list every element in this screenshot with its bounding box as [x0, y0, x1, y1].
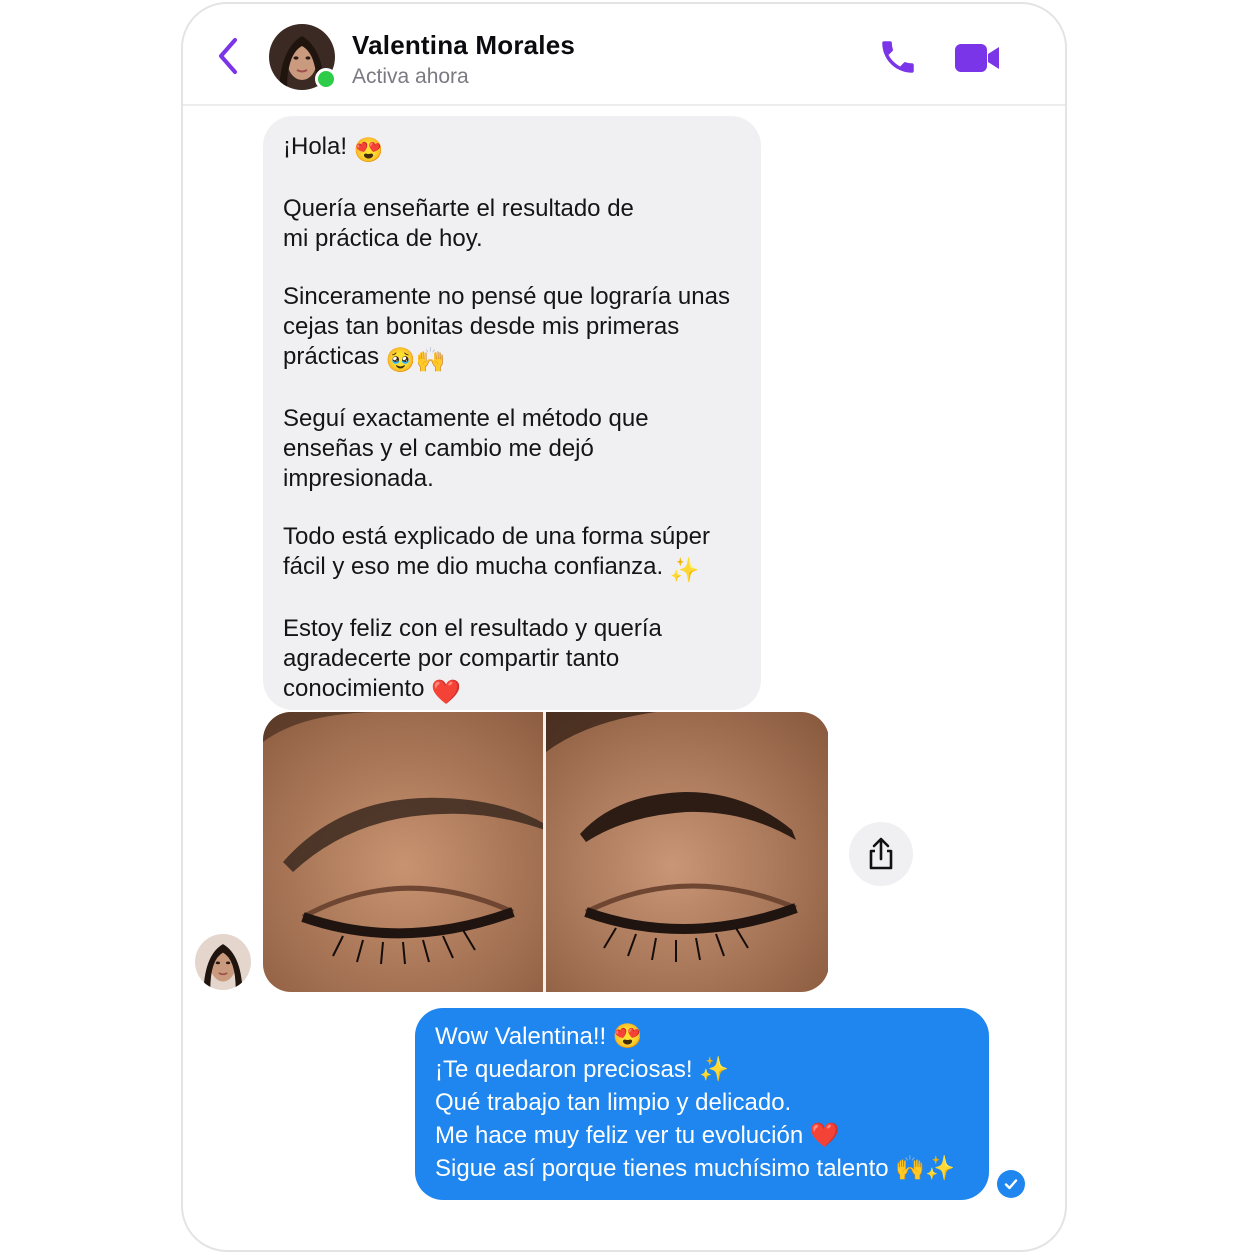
- check-circle-icon: [997, 1170, 1025, 1198]
- message-paragraph: Estoy feliz con el resultado y quería ag…: [283, 615, 662, 706]
- message-paragraph: Seguí exactamente el método que enseñas …: [283, 405, 649, 492]
- emoji: 🥹🙌: [385, 347, 446, 374]
- after-eyebrow-photo: [546, 712, 828, 992]
- eyebrow-before-after-photo[interactable]: [263, 712, 829, 992]
- share-icon: [869, 837, 893, 870]
- message-paragraph: Sinceramente no pensé que lograría unas …: [283, 283, 730, 374]
- chat-window: Valentina Morales Activa ahora ¡Hola! 😍 …: [181, 2, 1067, 1252]
- incoming-message-bubble[interactable]: ¡Hola! 😍 Quería enseñarte el resultado d…: [263, 116, 761, 710]
- before-eyebrow-photo: [263, 712, 545, 992]
- message-line: ¡Te quedaron preciosas! ✨: [435, 1056, 730, 1083]
- chevron-left-icon[interactable]: [213, 36, 243, 76]
- message-line: Sigue así porque tienes muchísimo talent…: [435, 1155, 956, 1182]
- share-button[interactable]: [849, 822, 913, 886]
- message-paragraph: Quería enseñarte el resultado de mi prác…: [283, 195, 634, 252]
- phone-icon[interactable]: [877, 36, 919, 78]
- emoji: ❤️: [431, 679, 461, 706]
- message-line: Wow Valentina!! 😍: [435, 1023, 643, 1050]
- contact-name[interactable]: Valentina Morales: [352, 30, 575, 61]
- message-line: Me hace muy feliz ver tu evolución ❤️: [435, 1122, 840, 1149]
- online-status-dot: [315, 68, 337, 90]
- emoji: ✨: [669, 557, 700, 584]
- outgoing-message-bubble[interactable]: Wow Valentina!! 😍 ¡Te quedaron preciosas…: [415, 1008, 989, 1200]
- video-camera-icon[interactable]: [953, 40, 1003, 76]
- contact-status: Activa ahora: [352, 65, 469, 88]
- message-paragraph: Todo está explicado de una forma súper f…: [283, 523, 710, 584]
- message-paragraph: ¡Hola! 😍: [283, 133, 384, 164]
- chat-header: Valentina Morales Activa ahora: [183, 4, 1065, 106]
- emoji: 😍: [353, 137, 384, 164]
- message-line: Qué trabajo tan limpio y delicado.: [435, 1089, 792, 1116]
- sender-avatar[interactable]: [195, 934, 251, 990]
